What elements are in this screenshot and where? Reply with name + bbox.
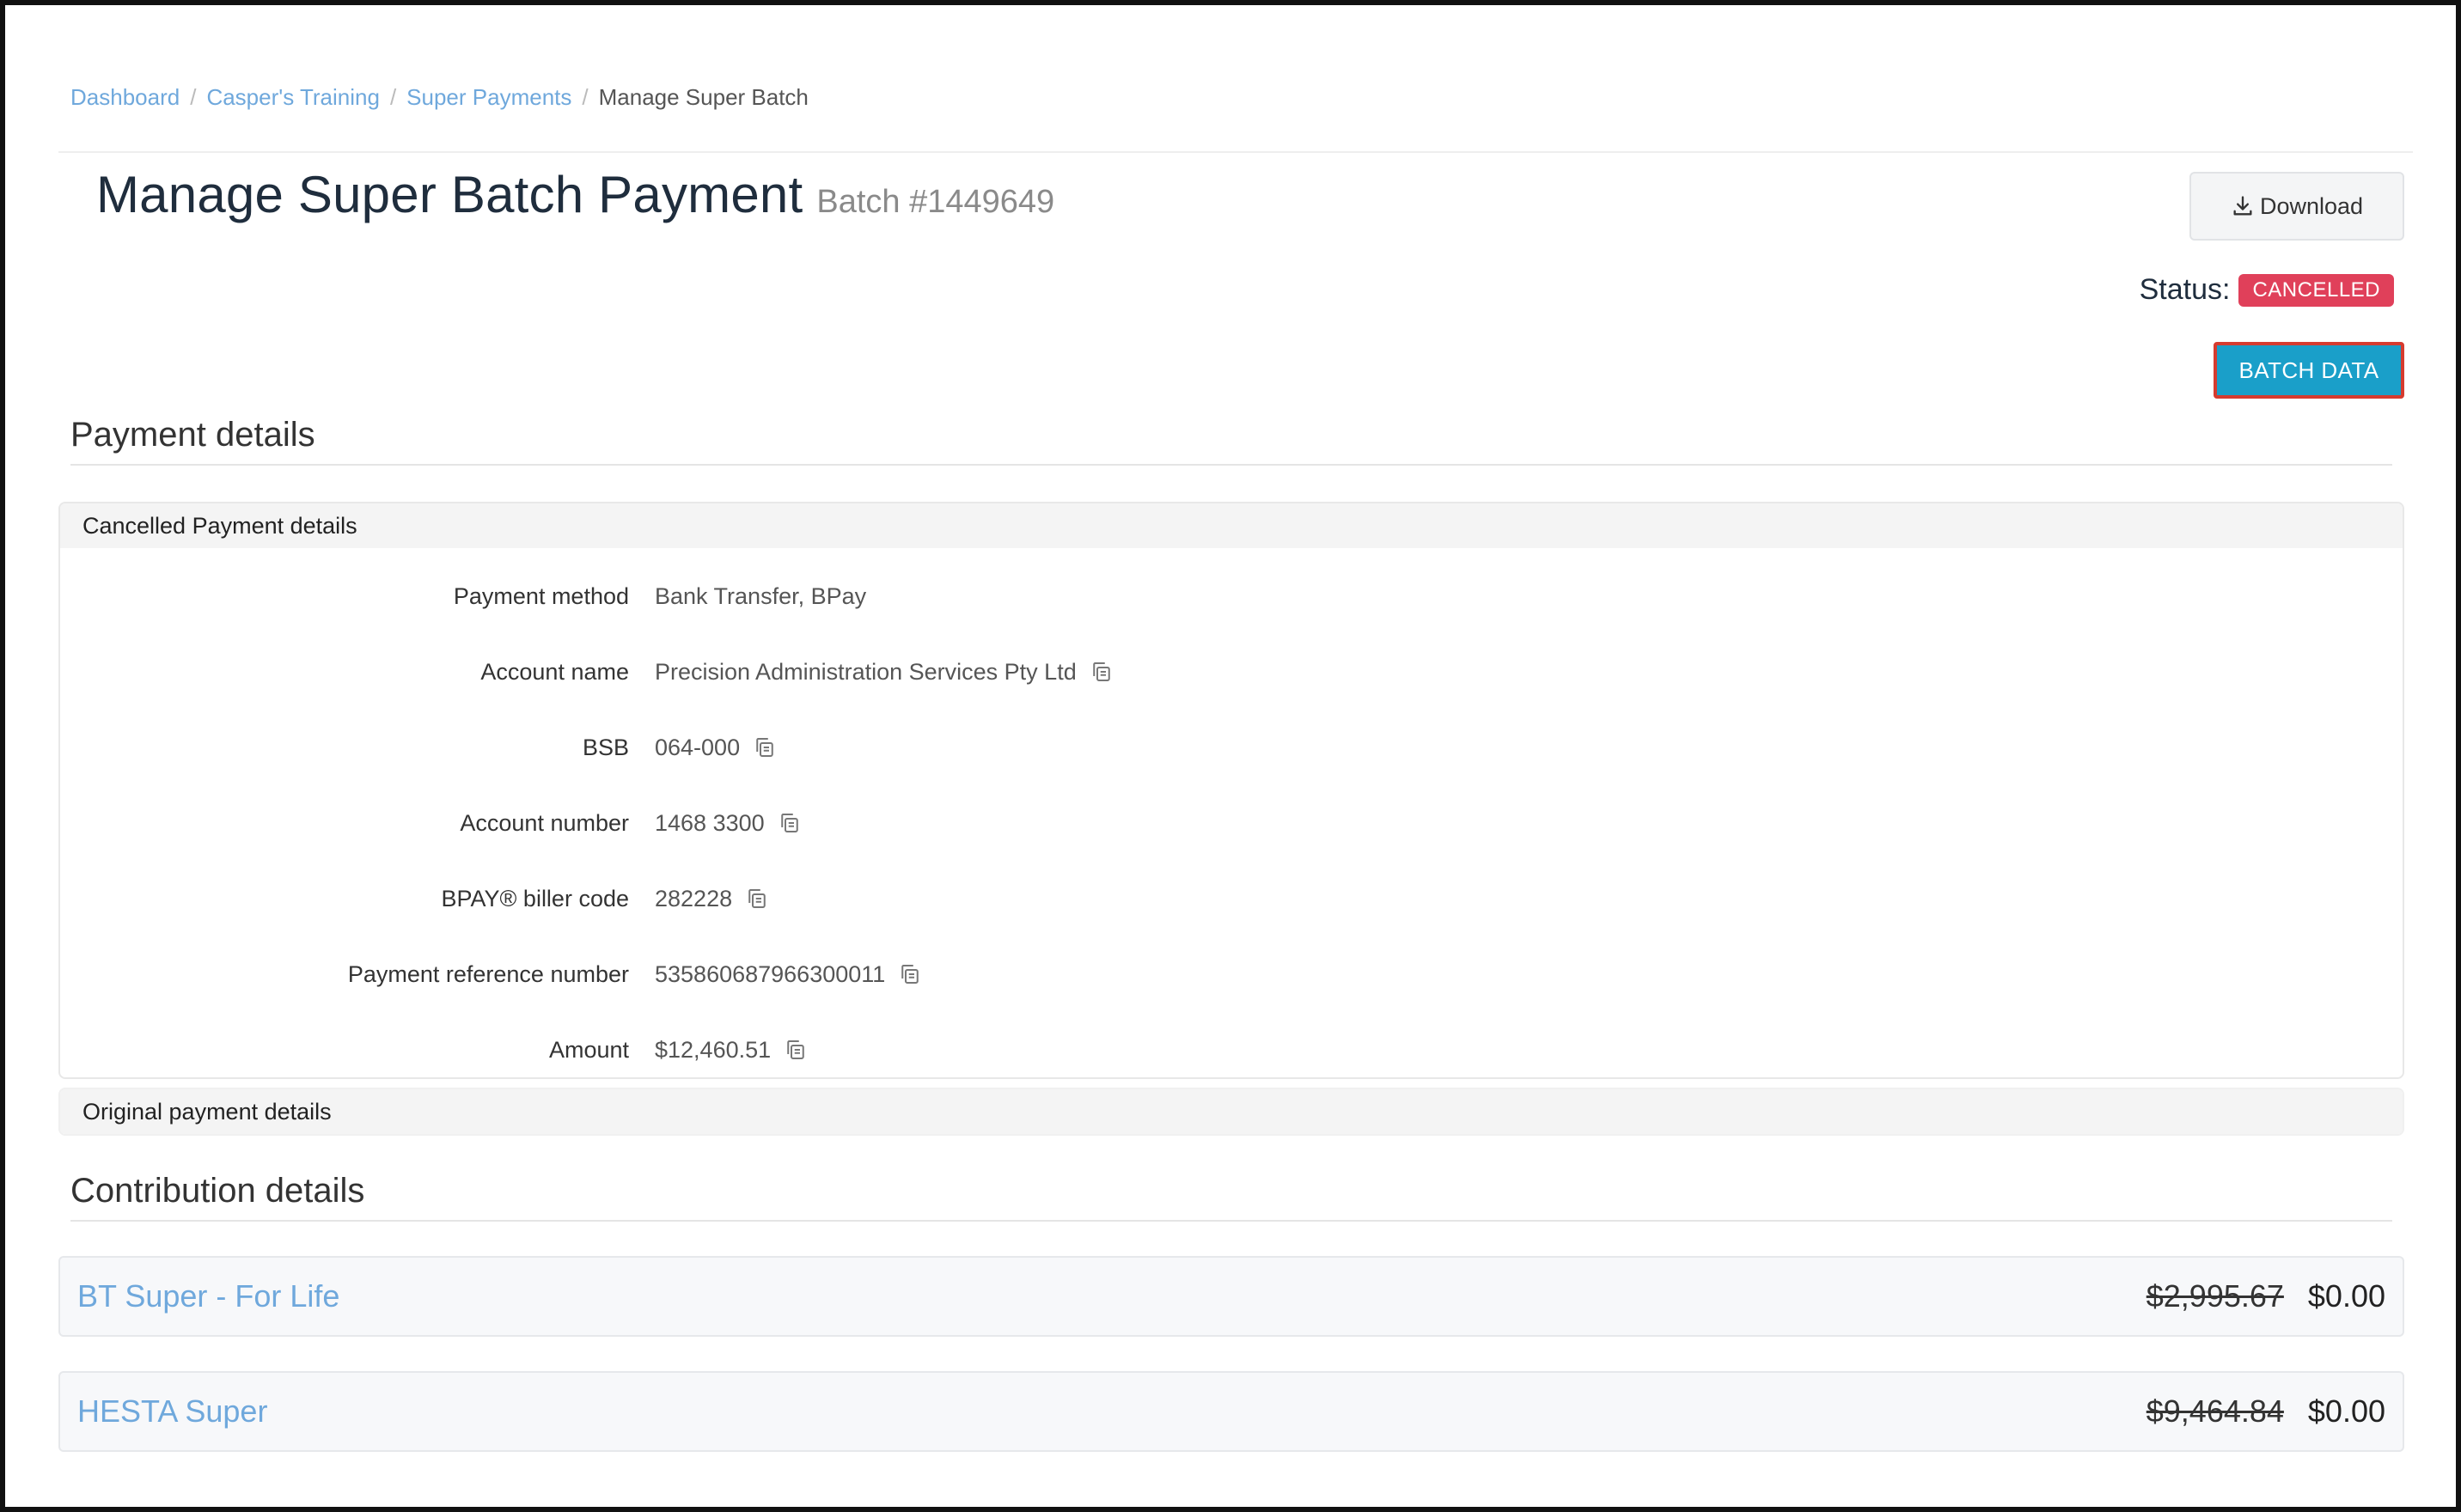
breadcrumb-super-payments[interactable]: Super Payments bbox=[406, 84, 571, 111]
original-panel-title[interactable]: Original payment details bbox=[60, 1089, 2403, 1134]
detail-row-bsb: BSB 064-000 bbox=[60, 730, 2403, 765]
payment-reference-value: 535860687966300011 bbox=[655, 960, 886, 987]
amount-value: $12,460.51 bbox=[655, 1036, 772, 1063]
detail-label: Amount bbox=[548, 1036, 629, 1063]
breadcrumb: Dashboard / Casper's Training / Super Pa… bbox=[70, 84, 809, 111]
detail-label: Account number bbox=[460, 809, 629, 836]
fund-link[interactable]: HESTA Super bbox=[77, 1393, 267, 1430]
batch-number: Batch #1449649 bbox=[816, 184, 1055, 220]
detail-row-bpay-biller-code: BPAY® biller code 282228 bbox=[60, 881, 2403, 916]
page-title: Manage Super Batch Payment bbox=[96, 166, 803, 223]
payment-method-value: Bank Transfer, BPay bbox=[655, 582, 867, 609]
contribution-details-heading: Contribution details bbox=[70, 1172, 365, 1210]
copy-icon[interactable] bbox=[1089, 659, 1114, 685]
batch-data-button[interactable]: BATCH DATA bbox=[2214, 342, 2404, 399]
status-row: Status: CANCELLED bbox=[2140, 273, 2394, 307]
detail-value: Bank Transfer, BPay bbox=[655, 583, 866, 610]
contribution-row: HESTA Super $9,464.84 $0.00 bbox=[58, 1371, 2404, 1452]
detail-label: Payment method bbox=[453, 582, 629, 609]
payment-details-heading: Payment details bbox=[70, 416, 315, 454]
breadcrumb-caspers-training[interactable]: Casper's Training bbox=[206, 84, 380, 111]
current-amount: $0.00 bbox=[2307, 1393, 2385, 1429]
detail-row-amount: Amount $12,460.51 bbox=[60, 1033, 2403, 1067]
copy-icon[interactable] bbox=[744, 886, 770, 911]
breadcrumb-separator: / bbox=[582, 84, 589, 110]
original-amount: $2,995.67 bbox=[2146, 1278, 2284, 1314]
copy-icon[interactable] bbox=[783, 1037, 809, 1063]
detail-label: Account name bbox=[480, 658, 629, 685]
download-button[interactable]: Download bbox=[2189, 172, 2404, 241]
detail-value: $12,460.51 bbox=[655, 1037, 809, 1064]
breadcrumb-dashboard[interactable]: Dashboard bbox=[70, 84, 180, 111]
account-name-value: Precision Administration Services Pty Lt… bbox=[655, 658, 1077, 685]
detail-value: Precision Administration Services Pty Lt… bbox=[655, 659, 1114, 686]
detail-row-account-number: Account number 1468 3300 bbox=[60, 806, 2403, 840]
detail-label: Payment reference number bbox=[347, 960, 629, 987]
download-label: Download bbox=[2259, 192, 2364, 219]
status-badge: CANCELLED bbox=[2238, 273, 2394, 307]
detail-value: 1468 3300 bbox=[655, 810, 803, 837]
fund-link[interactable]: BT Super - For Life bbox=[77, 1278, 339, 1314]
cancelled-panel-title: Cancelled Payment details bbox=[60, 503, 2403, 548]
download-icon bbox=[2231, 194, 2260, 218]
detail-row-payment-method: Payment method Bank Transfer, BPay bbox=[60, 579, 2403, 613]
app-window: Dashboard / Casper's Training / Super Pa… bbox=[0, 0, 2461, 1512]
detail-label: BSB bbox=[582, 734, 629, 760]
cancelled-payment-panel: Cancelled Payment details Payment method… bbox=[58, 502, 2404, 1079]
copy-icon[interactable] bbox=[777, 810, 803, 836]
section-divider bbox=[70, 1220, 2392, 1222]
copy-icon[interactable] bbox=[752, 735, 778, 760]
breadcrumb-current: Manage Super Batch bbox=[598, 84, 809, 110]
breadcrumb-separator: / bbox=[190, 84, 197, 110]
original-payment-panel[interactable]: Original payment details bbox=[58, 1088, 2404, 1136]
current-amount: $0.00 bbox=[2307, 1278, 2385, 1314]
detail-row-account-name: Account name Precision Administration Se… bbox=[60, 655, 2403, 689]
detail-value: 064-000 bbox=[655, 735, 778, 761]
account-number-value: 1468 3300 bbox=[655, 809, 765, 836]
fund-amounts: $2,995.67 $0.00 bbox=[2147, 1278, 2385, 1314]
detail-row-payment-reference: Payment reference number 535860687966300… bbox=[60, 957, 2403, 991]
page-header: Manage Super Batch Payment Batch #144964… bbox=[96, 165, 1054, 224]
header-divider bbox=[58, 151, 2413, 153]
detail-label: BPAY® biller code bbox=[441, 885, 630, 911]
bpay-biller-code-value: 282228 bbox=[655, 885, 733, 911]
status-label: Status: bbox=[2139, 273, 2231, 306]
contribution-row: BT Super - For Life $2,995.67 $0.00 bbox=[58, 1256, 2404, 1337]
fund-amounts: $9,464.84 $0.00 bbox=[2147, 1393, 2385, 1430]
breadcrumb-separator: / bbox=[389, 84, 397, 110]
detail-value: 535860687966300011 bbox=[655, 961, 923, 988]
detail-value: 282228 bbox=[655, 886, 770, 912]
copy-icon[interactable] bbox=[897, 961, 923, 987]
original-amount: $9,464.84 bbox=[2146, 1393, 2284, 1429]
section-divider bbox=[70, 464, 2392, 466]
bsb-value: 064-000 bbox=[655, 734, 741, 760]
